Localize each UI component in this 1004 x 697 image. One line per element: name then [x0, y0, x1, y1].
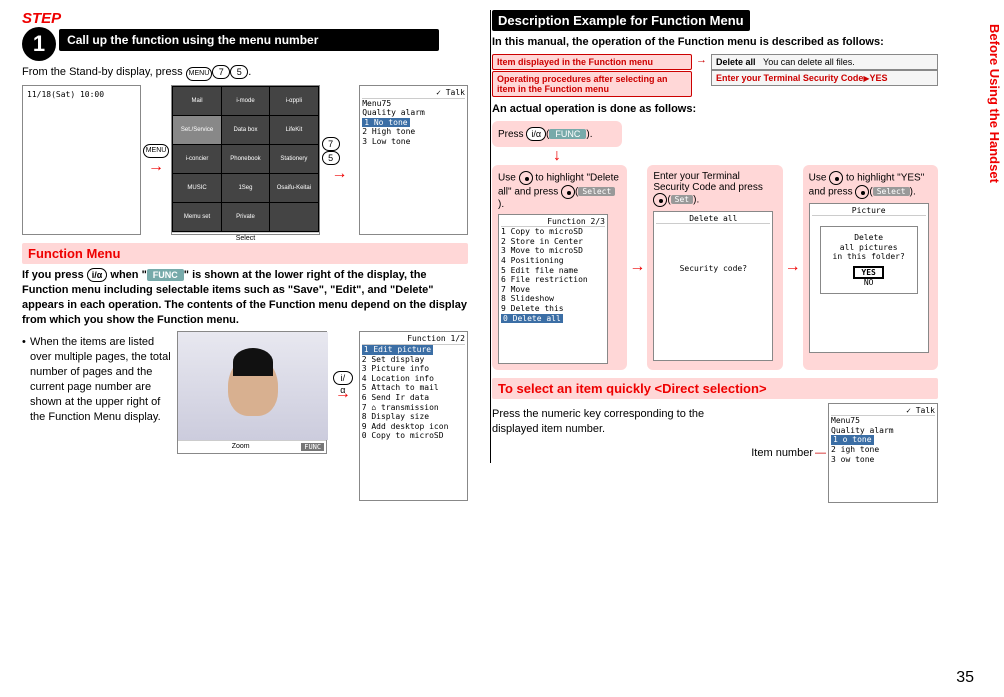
- description-example-heading: Description Example for Function Menu: [492, 10, 750, 31]
- standby-instruction: From the Stand-by display, press MENU75.: [22, 65, 468, 81]
- menu-icon-databox: Data box: [222, 116, 269, 144]
- actual-operation-intro: An actual operation is done as follows:: [492, 102, 938, 117]
- item-number-label: Item number: [751, 447, 813, 459]
- menu-icon-phonebook: Phonebook: [222, 145, 269, 173]
- key-5-icon: 5: [230, 65, 248, 79]
- menu-icon-iappli: i-αppli: [270, 87, 317, 115]
- list-item: 3 Picture info: [362, 364, 465, 374]
- list-item: 2 High tone: [362, 127, 465, 137]
- ialpha-key-icon: i/α: [526, 127, 546, 141]
- step-title-bar: Call up the function using the menu numb…: [59, 29, 439, 51]
- menu-icon-lifekit: LifeKit: [270, 116, 317, 144]
- arrow-right-icon: →: [148, 158, 164, 176]
- ialpha-key-icon: i/α: [333, 371, 353, 385]
- arrow-right-icon: →: [335, 385, 351, 403]
- function-list-screen: Function 1/2 1 Edit picture 2 Set displa…: [359, 331, 468, 501]
- callout-target-row: Enter your Terminal Security Code▶YES: [711, 70, 938, 86]
- menu-key-icon: MENU: [143, 144, 170, 158]
- list-item: 3 Move to microSD: [501, 246, 605, 256]
- nav-updown-icon: [829, 171, 843, 185]
- list-item: 3 Low tone: [362, 137, 465, 147]
- func-pill-icon: FUNC: [147, 269, 184, 281]
- arrow-right-icon: →: [783, 165, 803, 370]
- menu-icon-mail: Mail: [173, 87, 220, 115]
- callout-connector-icon: →: [696, 54, 707, 66]
- menu-icon-stationery: Stationery: [270, 145, 317, 173]
- direct-selection-heading: To select an item quickly <Direct select…: [492, 378, 938, 399]
- list-item: 7 ⌂ transmission: [362, 403, 465, 413]
- list-item: 9 Add desktop icon: [362, 422, 465, 432]
- list-item: 5 Edit file name: [501, 266, 605, 276]
- standby-datetime: 11/18(Sat) 10:00: [25, 88, 138, 102]
- desc-intro: In this manual, the operation of the Fun…: [492, 35, 938, 50]
- arrow-right-icon: →: [627, 165, 647, 370]
- list-item: 8 Slideshow: [501, 294, 605, 304]
- key-7-icon: 7: [322, 137, 340, 151]
- list-item: 6 File restriction: [501, 275, 605, 285]
- list-item: 8 Display size: [362, 412, 465, 422]
- quality-alarm-screen: ✓ Talk Menu75 Quality alarm 1 No tone 2 …: [359, 85, 468, 235]
- nav-center-icon: [855, 185, 869, 199]
- list-item: 1 Edit picture: [362, 345, 433, 355]
- flow-delete-all: Use to highlight "Delete all" and press …: [492, 165, 627, 370]
- flow-press-func: Press i/α(FUNC).: [492, 121, 622, 147]
- menu-icon-imode: i-mode: [222, 87, 269, 115]
- list-item: 7 Move: [501, 285, 605, 295]
- list-item: 4 Location info: [362, 374, 465, 384]
- menu-key-icon: MENU: [186, 67, 213, 81]
- callout-target-row: Delete all You can delete all files.: [711, 54, 938, 70]
- photo-screen: ZoomFUNC: [177, 331, 327, 454]
- menu-icon-private: Private: [222, 203, 269, 231]
- menu-icon-blank: [270, 203, 317, 231]
- nav-center-icon: [653, 193, 667, 207]
- flow-security-code: Enter your Terminal Security Code and pr…: [647, 165, 782, 370]
- pagination-note: When the items are listed over multiple …: [22, 335, 171, 424]
- list-item: 6 Send Ir data: [362, 393, 465, 403]
- pointer-line-icon: —: [815, 447, 826, 459]
- arrow-right-icon: →: [331, 165, 347, 183]
- function-menu-heading: Function Menu: [22, 243, 468, 264]
- list-item: 1 No tone: [362, 118, 409, 128]
- menu-icon-concier: i-concier: [173, 145, 220, 173]
- menu-icon-osaifu: Osaifu-Keitai: [270, 174, 317, 202]
- step-label: STEP: [22, 10, 468, 27]
- direct-selection-para: Press the numeric key corresponding to t…: [492, 407, 743, 437]
- menu-icon-settings: Set./Service: [173, 116, 220, 144]
- list-item: 0 Delete all: [501, 314, 563, 324]
- direct-selection-screen: ✓ Talk Menu75 Quality alarm 1 o tone 2 i…: [828, 403, 938, 503]
- key-7-icon: 7: [212, 65, 230, 79]
- list-item: 2 igh tone: [831, 445, 935, 455]
- nav-center-icon: [561, 185, 575, 199]
- confirm-screen: Picture Delete all pictures in this fold…: [809, 203, 929, 353]
- page-number: 35: [956, 669, 974, 687]
- section-tab: Before Using the Handset: [985, 20, 1004, 187]
- ialpha-key-icon: i/α: [87, 268, 108, 282]
- arrow-down-icon: ↓: [492, 147, 622, 165]
- list-item: 9 Delete this: [501, 304, 605, 314]
- menu-icon-1seg: 1Seg: [222, 174, 269, 202]
- list-item: 5 Attach to mail: [362, 383, 465, 393]
- function-list-screen-2: Function 2/3 1 Copy to microSD 2 Store i…: [498, 214, 608, 364]
- menu-icon-menuset: Memu set: [173, 203, 220, 231]
- list-item: 2 Store in Center: [501, 237, 605, 247]
- list-item: 1 o tone: [831, 435, 874, 445]
- list-item: 3 ow tone: [831, 455, 935, 465]
- list-item: 4 Positioning: [501, 256, 605, 266]
- softkey-select: Select: [236, 235, 255, 242]
- func-pill-icon: FUNC: [549, 129, 586, 139]
- security-code-screen: Delete all Security code?: [653, 211, 773, 361]
- key-5-icon: 5: [322, 151, 340, 165]
- list-item: 2 Set display: [362, 355, 465, 365]
- callout-operating-procedures: Operating procedures after selecting an …: [492, 71, 692, 97]
- main-menu-screen: Mail i-mode i-αppli Set./Service Data bo…: [171, 85, 319, 235]
- menu-icon-music: MUSIC: [173, 174, 220, 202]
- flow-confirm-yes: Use to highlight "YES" and press (Select…: [803, 165, 938, 370]
- callout-item-displayed: Item displayed in the Function menu: [492, 54, 692, 70]
- nav-updown-icon: [519, 171, 533, 185]
- list-item: 1 Copy to microSD: [501, 227, 605, 237]
- step-number-badge: 1: [22, 27, 56, 61]
- standby-screen: 11/18(Sat) 10:00: [22, 85, 141, 235]
- function-menu-description: If you press i/α when "FUNC" is shown at…: [22, 268, 468, 327]
- list-item: 0 Copy to microSD: [362, 431, 465, 441]
